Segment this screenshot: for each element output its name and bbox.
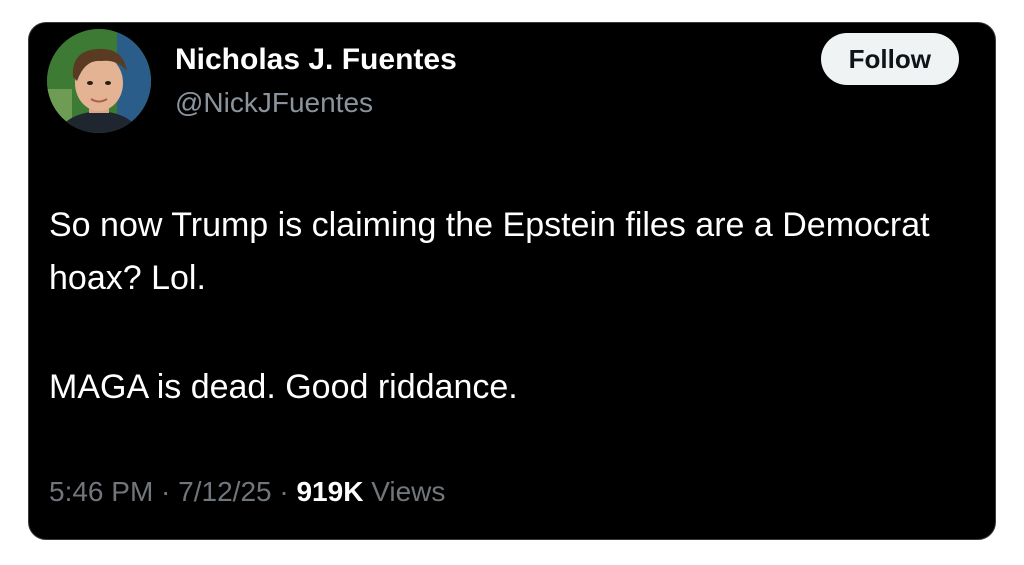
tweet-meta: 5:46 PM · 7/12/25 · 919K Views: [49, 474, 445, 510]
follow-button[interactable]: Follow: [820, 33, 959, 85]
separator-dot: ·: [153, 476, 179, 507]
tweet-text: So now Trump is claiming the Epstein fil…: [49, 199, 969, 414]
author-name[interactable]: Nicholas J. Fuentes: [175, 42, 457, 78]
author-handle[interactable]: @NickJFuentes: [175, 86, 373, 120]
avatar-photo: [47, 29, 151, 133]
views-label[interactable]: Views: [363, 476, 445, 507]
tweet-time[interactable]: 5:46 PM: [49, 476, 153, 507]
tweet-date[interactable]: 7/12/25: [178, 476, 271, 507]
tweet-paragraph-2: MAGA is dead. Good riddance.: [49, 368, 518, 406]
tweet-card: Nicholas J. Fuentes @NickJFuentes Follow…: [28, 22, 996, 540]
tweet-paragraph-1: So now Trump is claiming the Epstein fil…: [49, 206, 930, 297]
avatar[interactable]: [47, 29, 151, 133]
separator-dot: ·: [271, 476, 297, 507]
views-count[interactable]: 919K: [296, 476, 363, 507]
